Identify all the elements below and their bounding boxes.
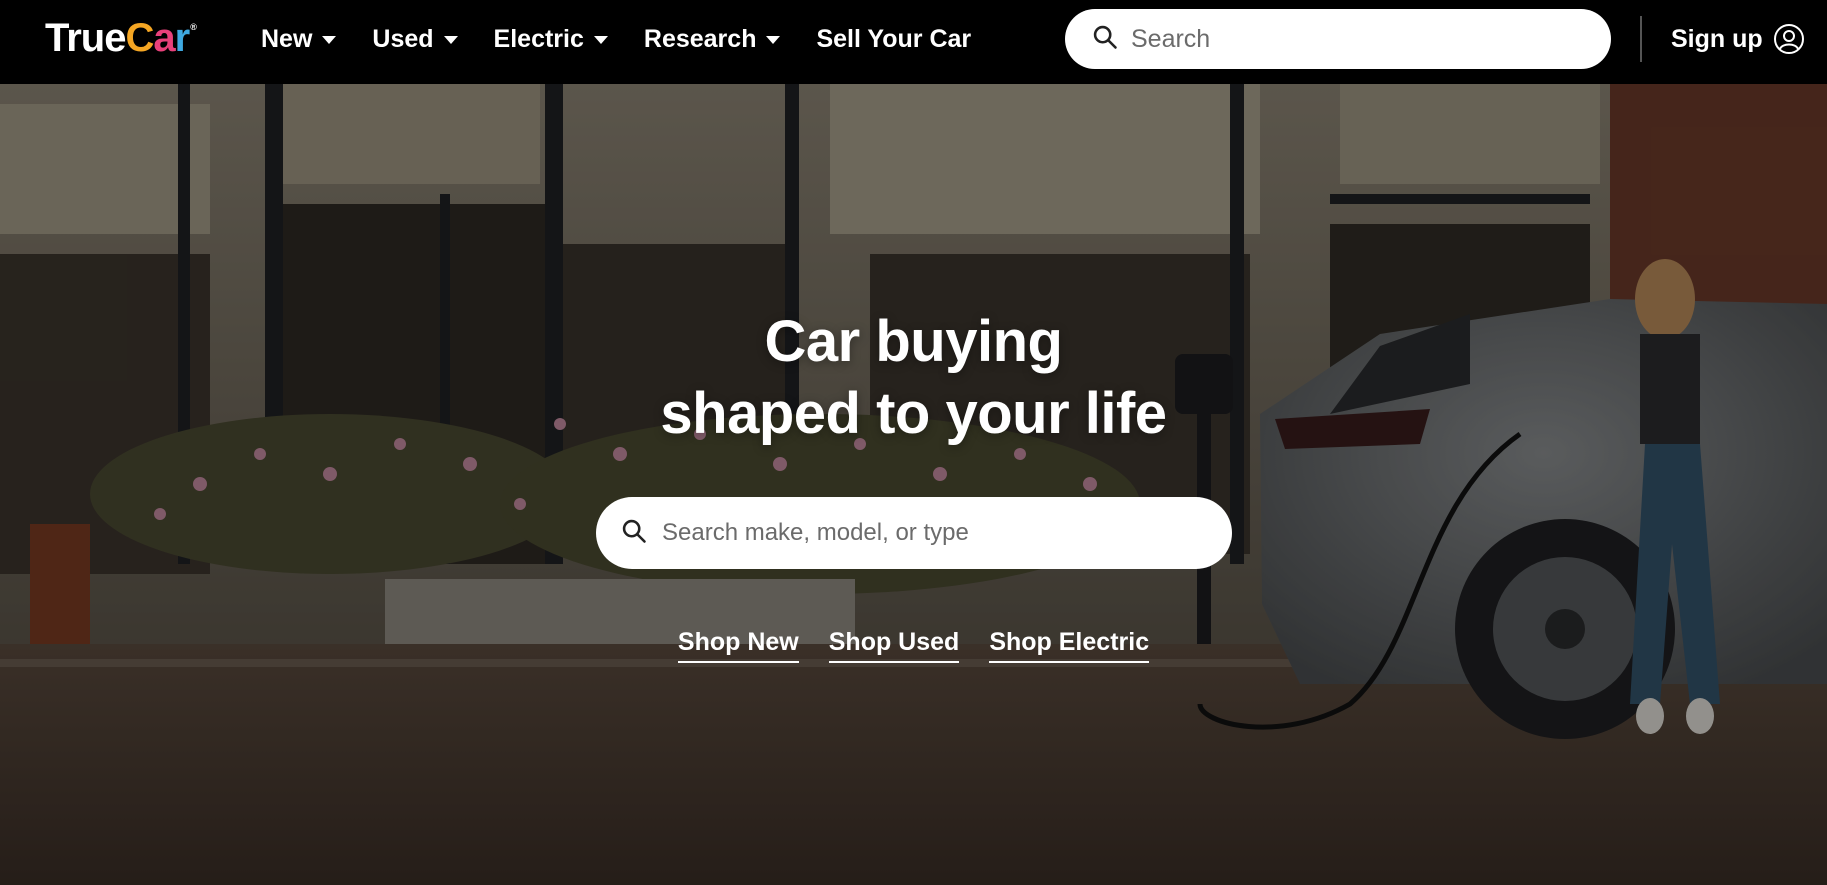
shop-used-link[interactable]: Shop Used	[828, 628, 960, 663]
sign-up-label: Sign up	[1671, 24, 1763, 53]
caret-down-icon	[322, 36, 337, 44]
caret-down-icon	[593, 36, 608, 44]
caret-down-icon	[766, 36, 781, 44]
shop-new-link[interactable]: Shop New	[677, 628, 799, 663]
nav-item-research[interactable]: Research	[644, 25, 781, 54]
sign-up-button[interactable]: Sign up	[1671, 16, 1805, 62]
header-search-input[interactable]	[1131, 24, 1591, 54]
hero-search-input[interactable]	[662, 519, 1222, 547]
hero-headline: Car buying shaped to your life	[0, 306, 1827, 450]
headline-line-1: Car buying	[764, 309, 1063, 374]
nav-item-new[interactable]: New	[261, 24, 337, 54]
logo-a-text: a	[153, 15, 175, 60]
nav-item-label: New	[261, 24, 313, 53]
nav-item-label: Sell Your Car	[816, 24, 972, 53]
truecar-logo[interactable]: True Ca r ®	[45, 14, 197, 62]
logo-true-text: True	[45, 15, 126, 60]
hero-section: Car buying shaped to your life Shop New …	[0, 84, 1827, 885]
headline-line-2: shaped to your life	[660, 381, 1167, 446]
logo-r-text: r	[174, 15, 191, 60]
hero-content: Car buying shaped to your life Shop New …	[0, 84, 1827, 885]
search-icon	[620, 517, 648, 550]
nav-item-sell-your-car[interactable]: Sell Your Car	[816, 25, 971, 54]
caret-down-icon	[443, 36, 458, 44]
nav-divider	[1640, 16, 1642, 62]
nav-item-label: Electric	[493, 24, 584, 53]
nav-item-used[interactable]: Used	[372, 24, 458, 54]
shop-electric-link[interactable]: Shop Electric	[989, 628, 1150, 663]
nav-item-electric[interactable]: Electric	[494, 25, 608, 54]
logo-c-text: C	[125, 15, 154, 60]
search-icon	[1091, 23, 1119, 56]
hero-search-box[interactable]	[596, 497, 1232, 569]
nav-item-label: Research	[643, 24, 757, 53]
shop-links: Shop New Shop Used Shop Electric	[0, 628, 1827, 663]
header-search-box[interactable]	[1065, 9, 1611, 69]
logo-registered-mark: ®	[190, 22, 197, 32]
nav-item-label: Used	[372, 24, 434, 53]
main-nav: New Used Electric Research Sell Your Car	[261, 0, 971, 78]
user-circle-icon	[1773, 23, 1805, 55]
top-navbar: True Ca r ® New Used Electric Research Sell…	[0, 0, 1827, 84]
